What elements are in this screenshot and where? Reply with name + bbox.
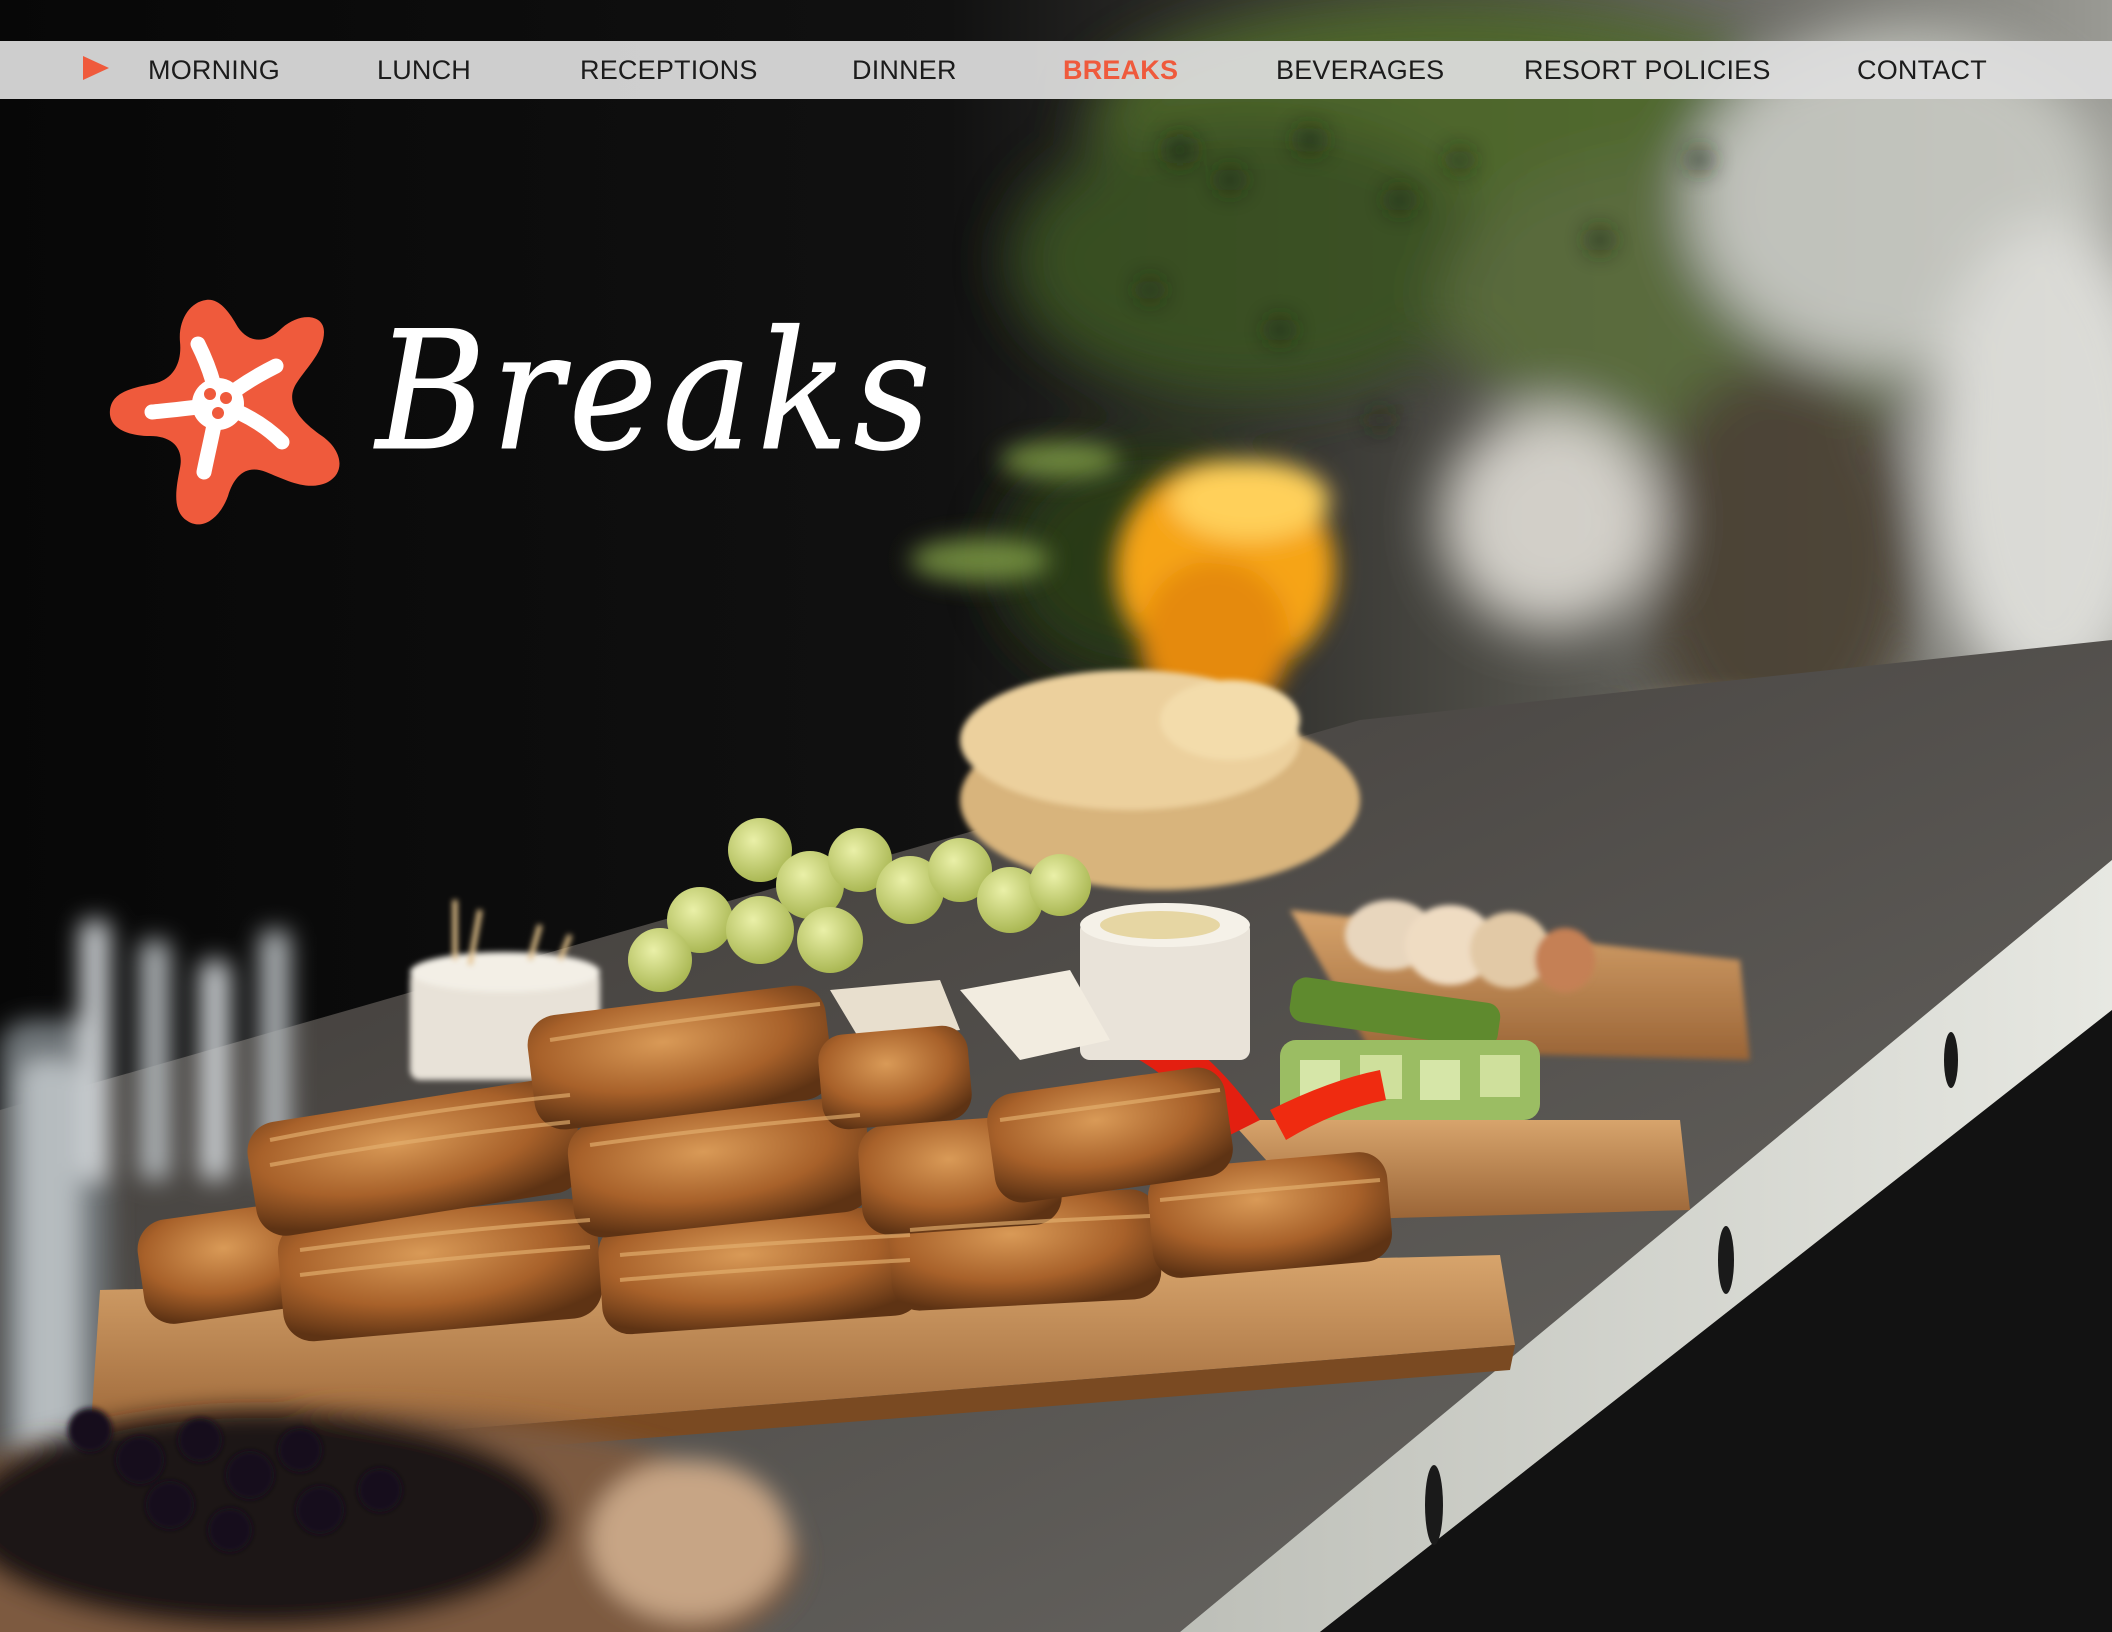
nav-item-lunch[interactable]: LUNCH — [377, 41, 471, 99]
play-arrow-icon — [83, 56, 109, 80]
nav-item-beverages[interactable]: BEVERAGES — [1276, 41, 1444, 99]
breaks-page: MORNING LUNCH RECEPTIONS DINNER BREAKS B… — [0, 0, 2112, 1632]
nav-item-dinner[interactable]: DINNER — [852, 41, 957, 99]
nav-item-receptions[interactable]: RECEPTIONS — [580, 41, 758, 99]
nav-item-resort-policies[interactable]: RESORT POLICIES — [1524, 41, 1771, 99]
nav-item-breaks[interactable]: BREAKS — [1063, 41, 1178, 99]
nav-item-morning[interactable]: MORNING — [148, 41, 280, 99]
buffet-photo — [0, 0, 2112, 1632]
starfish-icon — [109, 299, 340, 525]
page-title-text: Breaks — [373, 300, 936, 487]
nav-item-contact[interactable]: CONTACT — [1857, 41, 1987, 99]
top-navigation: MORNING LUNCH RECEPTIONS DINNER BREAKS B… — [0, 41, 2112, 99]
page-title: Breaks — [373, 300, 936, 488]
